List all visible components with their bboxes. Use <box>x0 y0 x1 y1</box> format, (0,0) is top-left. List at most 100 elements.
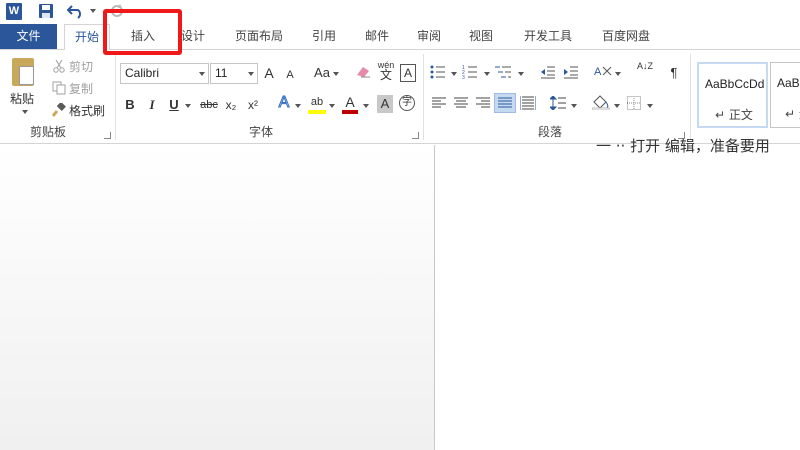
show-hide-marks-button[interactable]: ¶ <box>668 64 680 82</box>
style-normal-name: ↵ 正文 <box>715 108 753 122</box>
subscript-button[interactable]: x₂ <box>223 96 239 114</box>
underline-button[interactable]: U <box>168 96 180 114</box>
numbering-dropdown-icon[interactable] <box>484 72 490 76</box>
font-group-label: 字体 <box>249 125 274 139</box>
sort-button[interactable]: A↓Z <box>636 62 654 80</box>
tab-file[interactable]: 文件 <box>0 24 57 49</box>
italic-button[interactable]: I <box>146 96 158 114</box>
highlight-dropdown-icon[interactable] <box>329 104 335 108</box>
group-divider <box>423 54 424 140</box>
tab-view[interactable]: 视图 <box>464 24 498 49</box>
style-normal-label: 正文 <box>728 108 753 122</box>
group-divider <box>690 54 691 140</box>
brush-icon <box>51 101 66 117</box>
undo-dropdown-icon[interactable] <box>90 9 96 13</box>
strikethrough-button[interactable]: abc <box>199 96 219 114</box>
tab-developer[interactable]: 开发工具 <box>518 24 578 49</box>
shrink-font-button[interactable]: A <box>284 66 296 84</box>
undo-icon[interactable] <box>67 3 85 19</box>
superscript-button[interactable]: x² <box>245 96 261 114</box>
shading-dropdown-icon[interactable] <box>614 104 620 108</box>
tab-mailings[interactable]: 邮件 <box>360 24 394 49</box>
numbering-icon[interactable]: 123 <box>462 65 478 79</box>
line-spacing-dropdown-icon[interactable] <box>571 104 577 108</box>
tab-page-layout[interactable]: 页面布局 <box>230 24 288 49</box>
grow-font-button[interactable]: A <box>262 64 276 82</box>
clipboard-launcher-icon[interactable] <box>104 132 111 139</box>
borders-dropdown-icon[interactable] <box>647 104 653 108</box>
red-highlight-box <box>103 9 182 55</box>
document-text[interactable]: 一 ·· 打开 编辑，准备要用 <box>596 135 770 156</box>
document-area: 一 ·· 打开 编辑，准备要用 <box>0 137 800 450</box>
bold-button[interactable]: B <box>124 96 136 114</box>
style-normal-preview: AaBbCcDd <box>705 77 765 91</box>
align-center-icon[interactable] <box>454 97 468 109</box>
change-case-button[interactable]: Aa <box>312 64 332 82</box>
bullets-dropdown-icon[interactable] <box>451 72 457 76</box>
align-left-icon[interactable] <box>432 97 446 109</box>
style-no-spacing-name: ↵ 无 <box>785 105 800 122</box>
clipboard-group-label: 剪贴板 <box>30 125 67 139</box>
line-spacing-icon[interactable] <box>550 96 566 110</box>
copy-label: 复制 <box>69 81 94 96</box>
font-size-value: 11 <box>215 66 228 80</box>
enclose-characters-button[interactable]: 字 <box>399 95 415 111</box>
font-family-value: Calibri <box>125 66 160 80</box>
shading-icon[interactable] <box>592 94 610 110</box>
cut-button[interactable]: 剪切 <box>52 56 93 76</box>
multilevel-list-icon[interactable] <box>494 65 512 79</box>
ribbon: 粘贴 剪切 复制 格式刷 剪贴板 Calibri 11 A A Aa wén文 <box>0 49 800 144</box>
highlight-button[interactable]: ab <box>308 94 326 114</box>
justify-icon <box>498 97 512 108</box>
align-right-icon[interactable] <box>476 97 490 109</box>
borders-icon[interactable] <box>627 96 641 110</box>
svg-text:3: 3 <box>462 75 465 79</box>
phonetic-guide-button[interactable]: wén 文 <box>376 60 396 81</box>
justify-button[interactable] <box>494 93 516 113</box>
decrease-indent-icon[interactable] <box>540 65 556 79</box>
font-size-combo[interactable]: 11 <box>210 63 258 84</box>
bullets-icon[interactable] <box>430 65 446 79</box>
font-family-combo[interactable]: Calibri <box>120 63 209 84</box>
character-border-button[interactable]: A <box>400 64 416 82</box>
multilevel-dropdown-icon[interactable] <box>518 72 524 76</box>
style-no-spacing[interactable]: AaBbl ↵ 无 <box>770 62 800 128</box>
text-direction-icon[interactable]: A <box>594 63 612 79</box>
font-color-dropdown-icon[interactable] <box>363 104 369 108</box>
paste-label: 粘贴 <box>10 92 35 106</box>
format-painter-button[interactable]: 格式刷 <box>51 100 106 120</box>
format-painter-label: 格式刷 <box>69 103 106 118</box>
text-direction-dropdown-icon[interactable] <box>615 72 621 76</box>
cut-label: 剪切 <box>69 59 94 74</box>
tab-references[interactable]: 引用 <box>307 24 341 49</box>
copy-icon <box>52 81 66 95</box>
text-effects-button[interactable]: A <box>277 94 291 112</box>
save-icon[interactable] <box>38 3 54 19</box>
tab-baidu-netdisk[interactable]: 百度网盘 <box>594 24 658 49</box>
distributed-icon[interactable] <box>520 96 536 110</box>
increase-indent-icon[interactable] <box>563 65 579 79</box>
character-shading-button[interactable]: A <box>377 95 393 113</box>
font-color-button[interactable]: A <box>342 94 358 114</box>
clear-formatting-icon[interactable] <box>355 65 371 79</box>
paste-button[interactable]: 粘贴 <box>6 58 42 120</box>
text-effects-dropdown-icon[interactable] <box>295 104 301 108</box>
underline-dropdown-icon[interactable] <box>185 104 191 108</box>
style-no-spacing-preview: AaBbl <box>777 76 800 90</box>
scissors-icon <box>52 59 66 73</box>
paragraph-group-label: 段落 <box>538 125 563 139</box>
font-launcher-icon[interactable] <box>412 132 419 139</box>
group-divider <box>115 54 116 140</box>
word-logo-icon: W <box>6 3 22 20</box>
tab-review[interactable]: 审阅 <box>412 24 446 49</box>
font-size-dropdown-icon[interactable] <box>248 72 254 76</box>
document-page[interactable]: 一 ·· 打开 编辑，准备要用 <box>436 137 800 450</box>
change-case-dropdown-icon[interactable] <box>333 72 339 76</box>
style-normal[interactable]: AaBbCcDd ↵ 正文 <box>697 62 768 128</box>
copy-button[interactable]: 复制 <box>52 78 93 98</box>
left-pane <box>0 145 435 450</box>
paste-dropdown-icon[interactable] <box>22 110 28 114</box>
paper-icon <box>19 66 34 85</box>
font-family-dropdown-icon[interactable] <box>199 72 205 76</box>
svg-text:A: A <box>594 66 602 78</box>
